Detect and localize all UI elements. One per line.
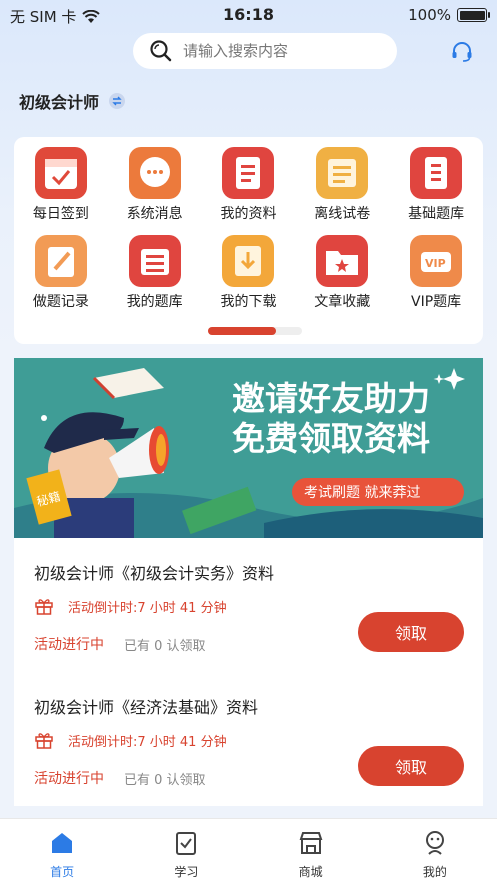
profile-icon (425, 831, 444, 855)
tab-label: 首页 (50, 865, 75, 879)
banner-headline-2: 免费领取资料 (232, 419, 430, 458)
quick-menu-grid: 每日签到 系统消息 我的资料 离线试卷 基础题库 做题记录 我的题库 我的下载 文章收藏 VIP V… (14, 147, 483, 311)
shop-icon (299, 832, 323, 854)
menu-item-label: 我的题库 (126, 294, 183, 310)
material-title: 初级会计师《经济法基础》资料 (34, 698, 259, 717)
book-icon (410, 147, 463, 199)
claim-count: 已有 0 认领取 (124, 772, 206, 788)
home-icon (52, 833, 73, 853)
menu-item-label: 离线试卷 (314, 206, 371, 222)
tab-label: 我的 (422, 865, 447, 879)
banner-tag: 考试刷题 就来莽过 (304, 485, 420, 501)
tab-label: 学习 (174, 865, 199, 879)
material-item: 初级会计师《初级会计实务》资料活动倒计时:7 小时 41 分钟活动进行中 已有 0… (14, 538, 483, 672)
tab-shop[interactable]: 商城 (249, 819, 373, 883)
menu-item-label: 我的资料 (220, 206, 277, 222)
paper-icon (316, 147, 369, 199)
countdown-row: 活动倒计时:7 小时 41 分钟 (34, 596, 227, 616)
status-row: 活动进行中 已有 0 认领取 (34, 768, 206, 788)
switch-icon (109, 93, 126, 109)
menu-item-paper[interactable]: 离线试卷 (295, 147, 389, 223)
question-bank-icon (128, 235, 181, 287)
svg-text:VIP: VIP (425, 257, 446, 270)
menu-page-indicator (208, 327, 302, 335)
claim-button[interactable]: 领取 (358, 746, 464, 786)
exam-name: 初级会计师 (19, 93, 100, 112)
battery-percent: 100% (408, 6, 451, 24)
menu-item-question-bank[interactable]: 我的题库 (108, 235, 202, 311)
menu-item-folder-star[interactable]: 文章收藏 (295, 235, 389, 311)
folder-star-icon (316, 235, 369, 287)
tab-label: 商城 (298, 865, 323, 879)
menu-item-book[interactable]: 基础题库 (389, 147, 483, 223)
invite-banner[interactable]: 秘籍 邀请好友助力 免费领取资料 考试刷题 就来莽过 (14, 358, 483, 538)
menu-item-label: 我的下载 (220, 294, 277, 310)
menu-item-message[interactable]: 系统消息 (108, 147, 202, 223)
menu-item-label: 每日签到 (32, 206, 89, 222)
gift-icon (35, 733, 53, 749)
claim-button[interactable]: 领取 (358, 612, 464, 652)
exam-selector[interactable]: 初级会计师 (19, 89, 126, 113)
banner-illustration: 秘籍 邀请好友助力 免费领取资料 考试刷题 就来莽过 (14, 358, 483, 538)
note-pencil-icon (34, 235, 87, 287)
countdown-text: 活动倒计时:7 小时 41 分钟 (68, 734, 227, 750)
menu-item-document[interactable]: 我的资料 (202, 147, 296, 223)
customer-service-icon[interactable] (450, 40, 474, 64)
menu-item-calendar-check[interactable]: 每日签到 (14, 147, 108, 223)
bottom-tab-bar: 首页 学习 商城 我的 (0, 818, 497, 883)
countdown-row: 活动倒计时:7 小时 41 分钟 (34, 730, 227, 750)
menu-item-label: 文章收藏 (314, 294, 371, 310)
quick-menu-card: 每日签到 系统消息 我的资料 离线试卷 基础题库 做题记录 我的题库 我的下载 文章收藏 VIP V… (14, 137, 483, 344)
menu-item-vip[interactable]: VIP VIP题库 (389, 235, 483, 311)
menu-item-download[interactable]: 我的下载 (202, 235, 296, 311)
menu-item-label: 做题记录 (32, 294, 89, 310)
tab-home[interactable]: 首页 (0, 819, 124, 883)
battery-icon (457, 8, 490, 22)
activity-status: 活动进行中 (34, 637, 104, 653)
status-row: 活动进行中 已有 0 认领取 (34, 634, 206, 654)
message-icon (128, 147, 181, 199)
menu-item-label: 系统消息 (126, 206, 183, 222)
banner-headline-1: 邀请好友助力 (232, 379, 430, 418)
material-title: 初级会计师《初级会计实务》资料 (34, 564, 275, 583)
material-item: 初级会计师《经济法基础》资料 活动倒计时:7 小时 41 分钟活动进行中 已有 0 … (14, 672, 483, 806)
search-bar[interactable] (133, 33, 397, 69)
tab-study[interactable]: 学习 (124, 819, 248, 883)
document-icon (222, 147, 275, 199)
claim-count: 已有 0 认领取 (124, 638, 206, 654)
countdown-text: 活动倒计时:7 小时 41 分钟 (68, 600, 227, 616)
gift-icon (35, 599, 53, 615)
vip-icon: VIP (410, 235, 463, 287)
search-icon (150, 40, 172, 62)
status-bar: 无 SIM 卡 16:18 100% (0, 0, 497, 30)
search-input[interactable] (183, 42, 383, 60)
calendar-check-icon (34, 147, 87, 199)
menu-item-note-pencil[interactable]: 做题记录 (14, 235, 108, 311)
menu-item-label: 基础题库 (408, 206, 465, 222)
material-list: 初级会计师《初级会计实务》资料 活动倒计时:7 小时 41 分钟 活动进行中 已有 0… (14, 538, 483, 806)
activity-status: 活动进行中 (34, 771, 104, 787)
download-icon (222, 235, 275, 287)
study-icon (176, 832, 197, 855)
tab-profile[interactable]: 我的 (373, 819, 497, 883)
menu-item-label: VIP题库 (411, 294, 462, 310)
